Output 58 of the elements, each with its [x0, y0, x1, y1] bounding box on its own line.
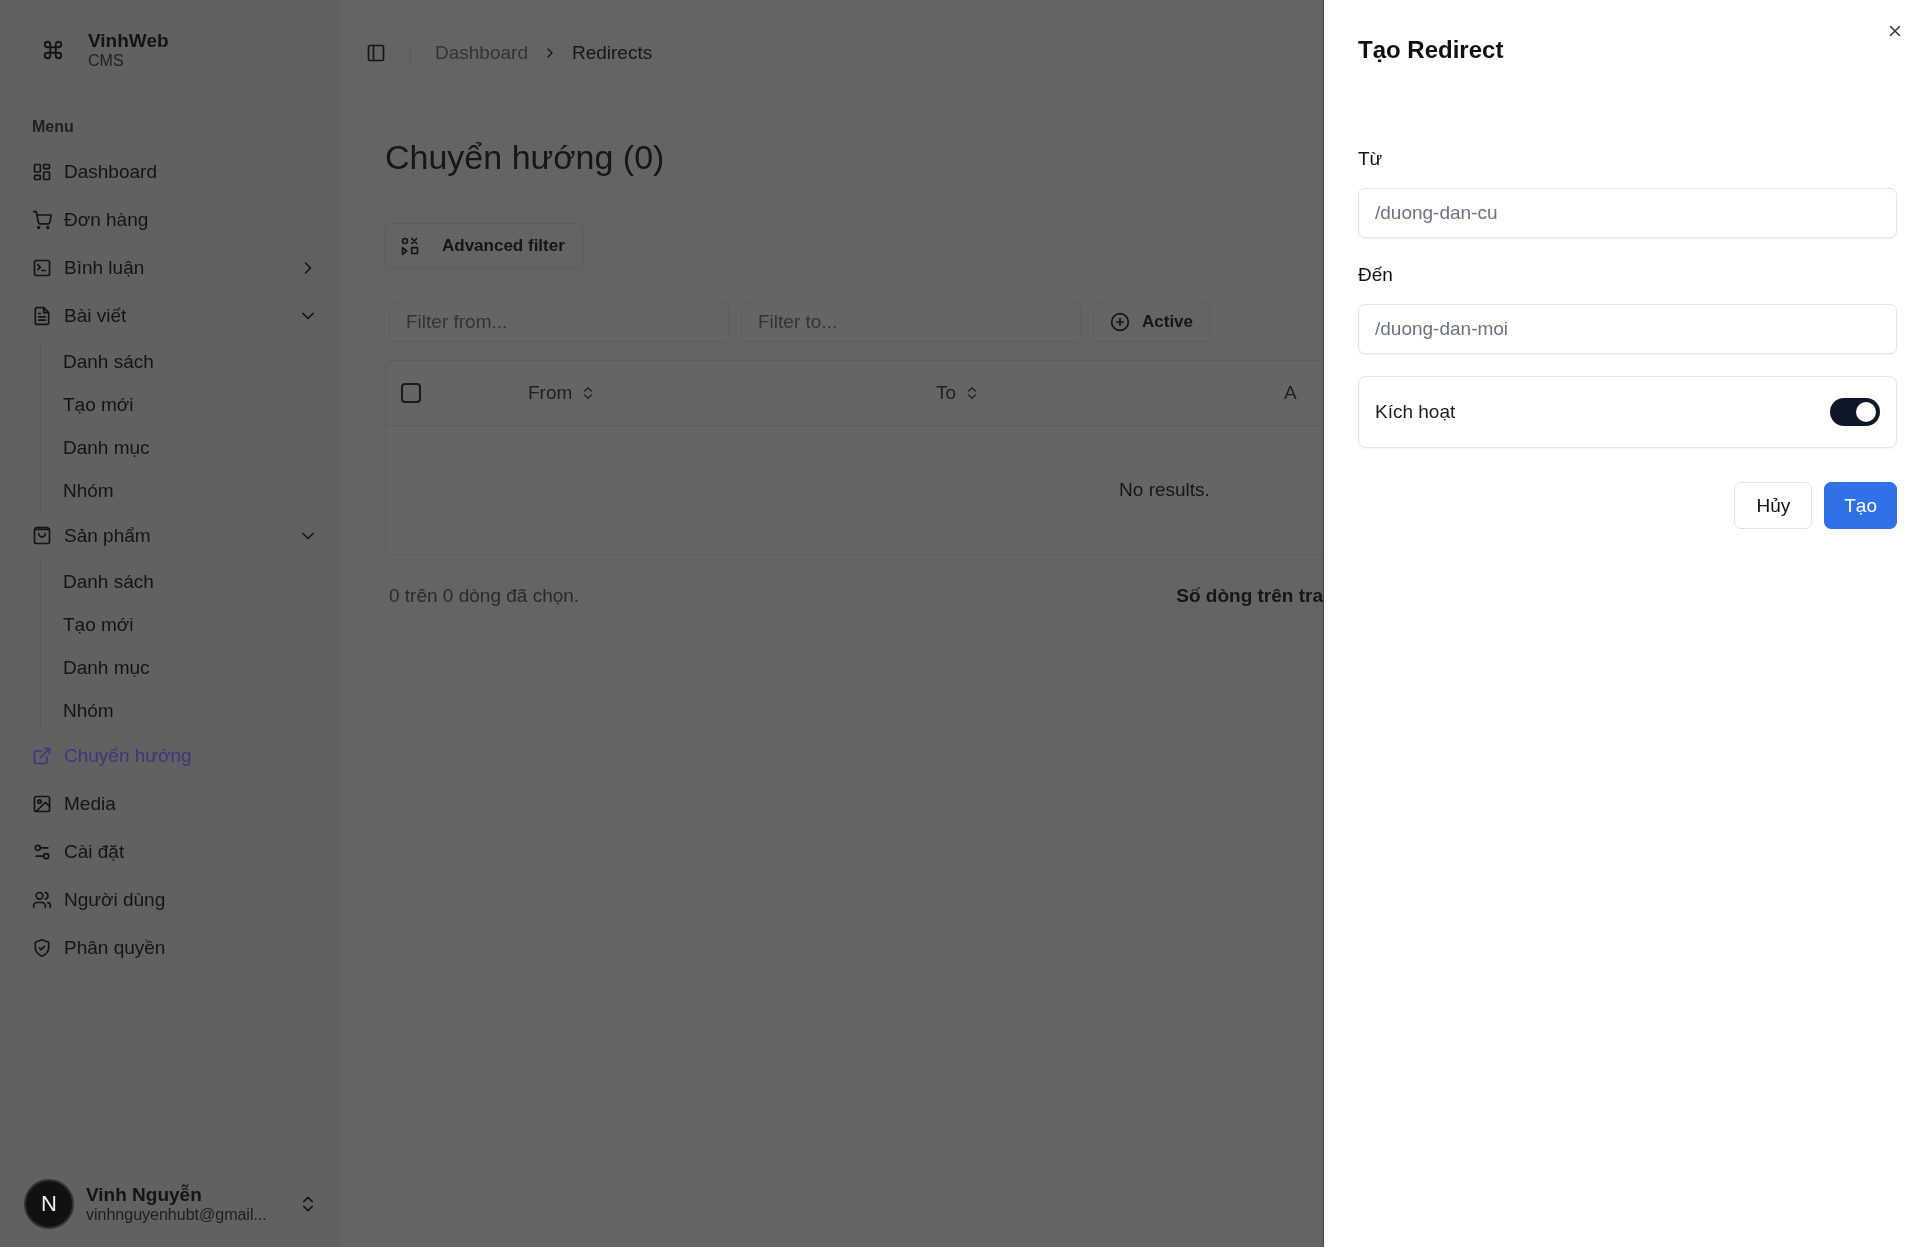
sidebar-subitem[interactable]: Nhóm — [63, 469, 318, 512]
avatar: N — [24, 1179, 74, 1229]
sidebar-subitem[interactable]: Danh mục — [63, 646, 318, 689]
create-button[interactable]: Tạo — [1824, 482, 1897, 529]
user-name: Vinh Nguyễn — [86, 1184, 203, 1206]
user-menu[interactable]: N Vinh Nguyễn vinhnguyenhubt@gmail... — [24, 1179, 318, 1229]
sidebar-item[interactable]: Sản phẩm — [30, 512, 318, 560]
empty-message: No results. — [1118, 478, 1211, 502]
sidebar-item[interactable]: Đơn hàng — [30, 196, 318, 244]
user-email: vinhnguyenhubt@gmail... — [86, 1206, 268, 1224]
sidebar-subitem[interactable]: Danh sách — [63, 340, 318, 383]
page-title: Chuyển hướng (0) — [385, 138, 666, 177]
toggle-switch[interactable] — [1830, 398, 1880, 426]
sidebar-item[interactable]: Người dùng — [30, 876, 318, 924]
select-all-checkbox[interactable] — [401, 383, 421, 403]
column-header[interactable]: To — [936, 382, 1284, 404]
shield-icon — [32, 938, 52, 958]
sidebar-subitem[interactable]: Danh mục — [63, 426, 318, 469]
sidebar-item[interactable]: Cài đặt — [30, 828, 318, 876]
panel-title: Tạo Redirect — [1358, 36, 1505, 64]
external-link-icon — [32, 746, 52, 766]
filter-shapes-icon — [400, 236, 420, 256]
image-icon — [32, 794, 52, 814]
brand-name: VinhWeb — [88, 30, 169, 52]
advanced-filter-button[interactable]: Advanced filter — [385, 223, 584, 269]
selection-count: 0 trên 0 dòng đã chọn. — [389, 585, 580, 607]
bag-icon — [32, 526, 52, 546]
field-label: Từ — [1358, 148, 1384, 170]
field-label: Đến — [1358, 264, 1394, 286]
brand-subtitle: CMS — [88, 52, 125, 70]
plus-circle-icon — [1110, 312, 1130, 332]
sidebar-item[interactable]: Dashboard — [30, 148, 318, 196]
terminal-icon — [32, 258, 52, 278]
column-header[interactable]: A — [1284, 382, 1297, 404]
command-icon — [42, 39, 64, 61]
sidebar-toggle-icon — [366, 43, 386, 63]
active-filter-button[interactable]: Active — [1093, 302, 1211, 342]
sidebar-subitem[interactable]: Tạo mới — [63, 603, 318, 646]
sidebar-item[interactable]: Bình luận — [30, 244, 318, 292]
column-header[interactable]: From — [528, 382, 936, 404]
cart-icon — [32, 210, 52, 230]
sidebar-subitem[interactable]: Nhóm — [63, 689, 318, 732]
input-field[interactable]: /duong-dan-moi — [1358, 304, 1897, 354]
toggle-label: Kích hoạt — [1375, 401, 1456, 423]
cancel-button[interactable]: Hủy — [1734, 482, 1813, 529]
rows-per-page-label: Số dòng trên tra — [1176, 585, 1323, 607]
document-icon — [32, 306, 52, 326]
sidebar-item[interactable]: Phân quyền — [30, 924, 318, 972]
users-icon — [32, 890, 52, 910]
sidebar-item[interactable]: Bài viết — [30, 292, 318, 340]
grid-icon — [32, 162, 52, 182]
sidebar-subitem[interactable]: Danh sách — [63, 560, 318, 603]
sidebar-item[interactable]: Media — [30, 780, 318, 828]
sidebar-subitem[interactable]: Tạo mới — [63, 383, 318, 426]
breadcrumb: Redirects — [571, 42, 653, 64]
input-field[interactable]: /duong-dan-cu — [1358, 188, 1897, 238]
menu-heading: Menu — [32, 118, 75, 136]
sliders-icon — [32, 842, 52, 862]
